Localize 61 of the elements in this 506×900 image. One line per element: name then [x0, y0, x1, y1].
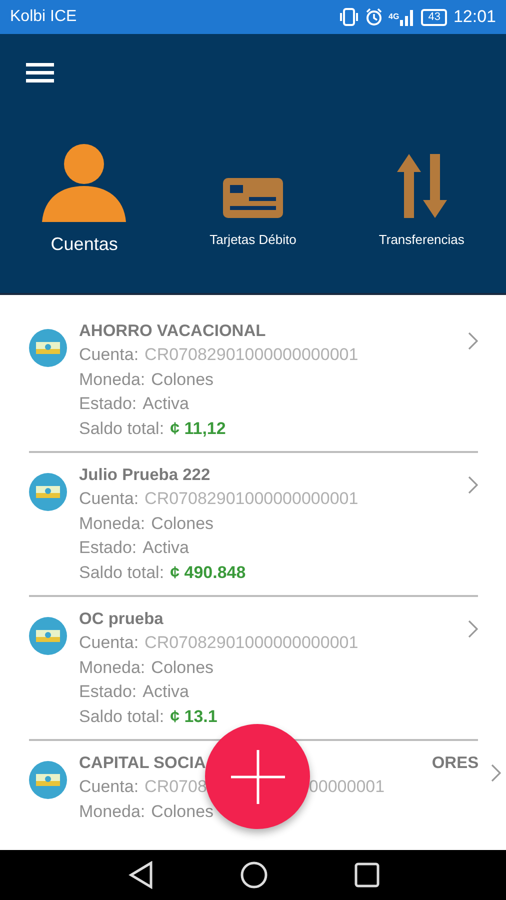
field-value: Activa: [142, 537, 189, 559]
recents-icon[interactable]: [354, 862, 380, 888]
field-value: Colones: [151, 512, 214, 534]
account-name: CAPITAL SOCIA ORES: [79, 753, 479, 774]
field-value: CR0708: [144, 776, 207, 798]
nav-tab[interactable]: Tarjetas Débito: [168, 140, 338, 255]
nav-tab[interactable]: Transferencias: [337, 140, 506, 255]
account-item[interactable]: AHORRO VACACIONAL Cuenta: CR07082901000000000001 Moneda: Colones Estado: Activa Saldo total: ¢ 11,12: [0, 319, 506, 441]
field-label: Estado:: [79, 537, 137, 559]
field-value: Colones: [151, 656, 214, 678]
transfer-arrows-icon: [396, 154, 447, 218]
money-icon: [29, 473, 67, 511]
field-label: Moneda:: [79, 656, 146, 678]
battery-level: 43: [421, 8, 448, 26]
field-value: ¢ 13.1: [170, 706, 218, 728]
card-icon: [222, 178, 283, 218]
field-value: Colones: [151, 800, 214, 822]
field-label: Saldo total:: [79, 706, 164, 728]
field-label: Cuenta:: [79, 344, 139, 366]
field-value: Colones: [151, 368, 214, 390]
nav-tab[interactable]: Cuentas: [0, 140, 169, 255]
money-icon: [29, 761, 67, 799]
money-icon: [29, 617, 67, 655]
account-name: Julio Prueba 222: [79, 465, 212, 486]
alarm-icon: [364, 8, 383, 26]
field-label: Cuenta:: [79, 776, 139, 798]
field-label: Saldo total:: [79, 418, 164, 440]
back-icon[interactable]: [128, 861, 154, 889]
field-label: Estado:: [79, 393, 137, 415]
clock: 12:01: [453, 7, 496, 27]
field-label: Cuenta:: [79, 632, 139, 654]
signal-icon: [399, 8, 416, 26]
chevron-right-icon: [468, 476, 478, 494]
account-item[interactable]: OC prueba Cuenta: CR07082901000000000001 Moneda: Colones Estado: Activa Saldo total: ¢ 13.1: [0, 607, 506, 729]
home-icon[interactable]: [240, 861, 268, 889]
field-value: CR07082901000000000001: [144, 488, 358, 510]
field-value: CR07082901000000000001: [144, 632, 358, 654]
carrier-name: Kolbi ICE: [10, 8, 77, 26]
account-item[interactable]: Julio Prueba 222 Cuenta: CR07082901000000000001 Moneda: Colones Estado: Activa Saldo total: ¢ 490.848: [0, 463, 506, 585]
money-icon: [29, 329, 67, 367]
field-label: Moneda:: [79, 368, 146, 390]
field-value: Activa: [142, 393, 189, 415]
plus-icon: [230, 750, 284, 804]
field-label: Moneda:: [79, 512, 146, 534]
menu-icon[interactable]: [26, 62, 54, 84]
field-value: Activa: [142, 681, 189, 703]
field-value: ¢ 11,12: [170, 418, 226, 440]
network-type: 4G: [388, 12, 400, 21]
chevron-right-icon: [490, 764, 501, 782]
vibrate-icon: [338, 8, 359, 26]
field-label: Estado:: [79, 681, 137, 703]
chevron-right-icon: [468, 620, 478, 638]
field-label: Cuenta:: [79, 488, 139, 510]
field-value: 00000001: [308, 776, 385, 798]
field-label: Moneda:: [79, 800, 146, 822]
field-label: Saldo total:: [79, 562, 164, 584]
field-value: CR07082901000000000001: [144, 344, 358, 366]
account-name: AHORRO VACACIONAL: [79, 321, 267, 342]
chevron-right-icon: [468, 332, 478, 350]
account-name: OC prueba: [79, 609, 164, 630]
field-value: ¢ 490.848: [170, 562, 246, 584]
